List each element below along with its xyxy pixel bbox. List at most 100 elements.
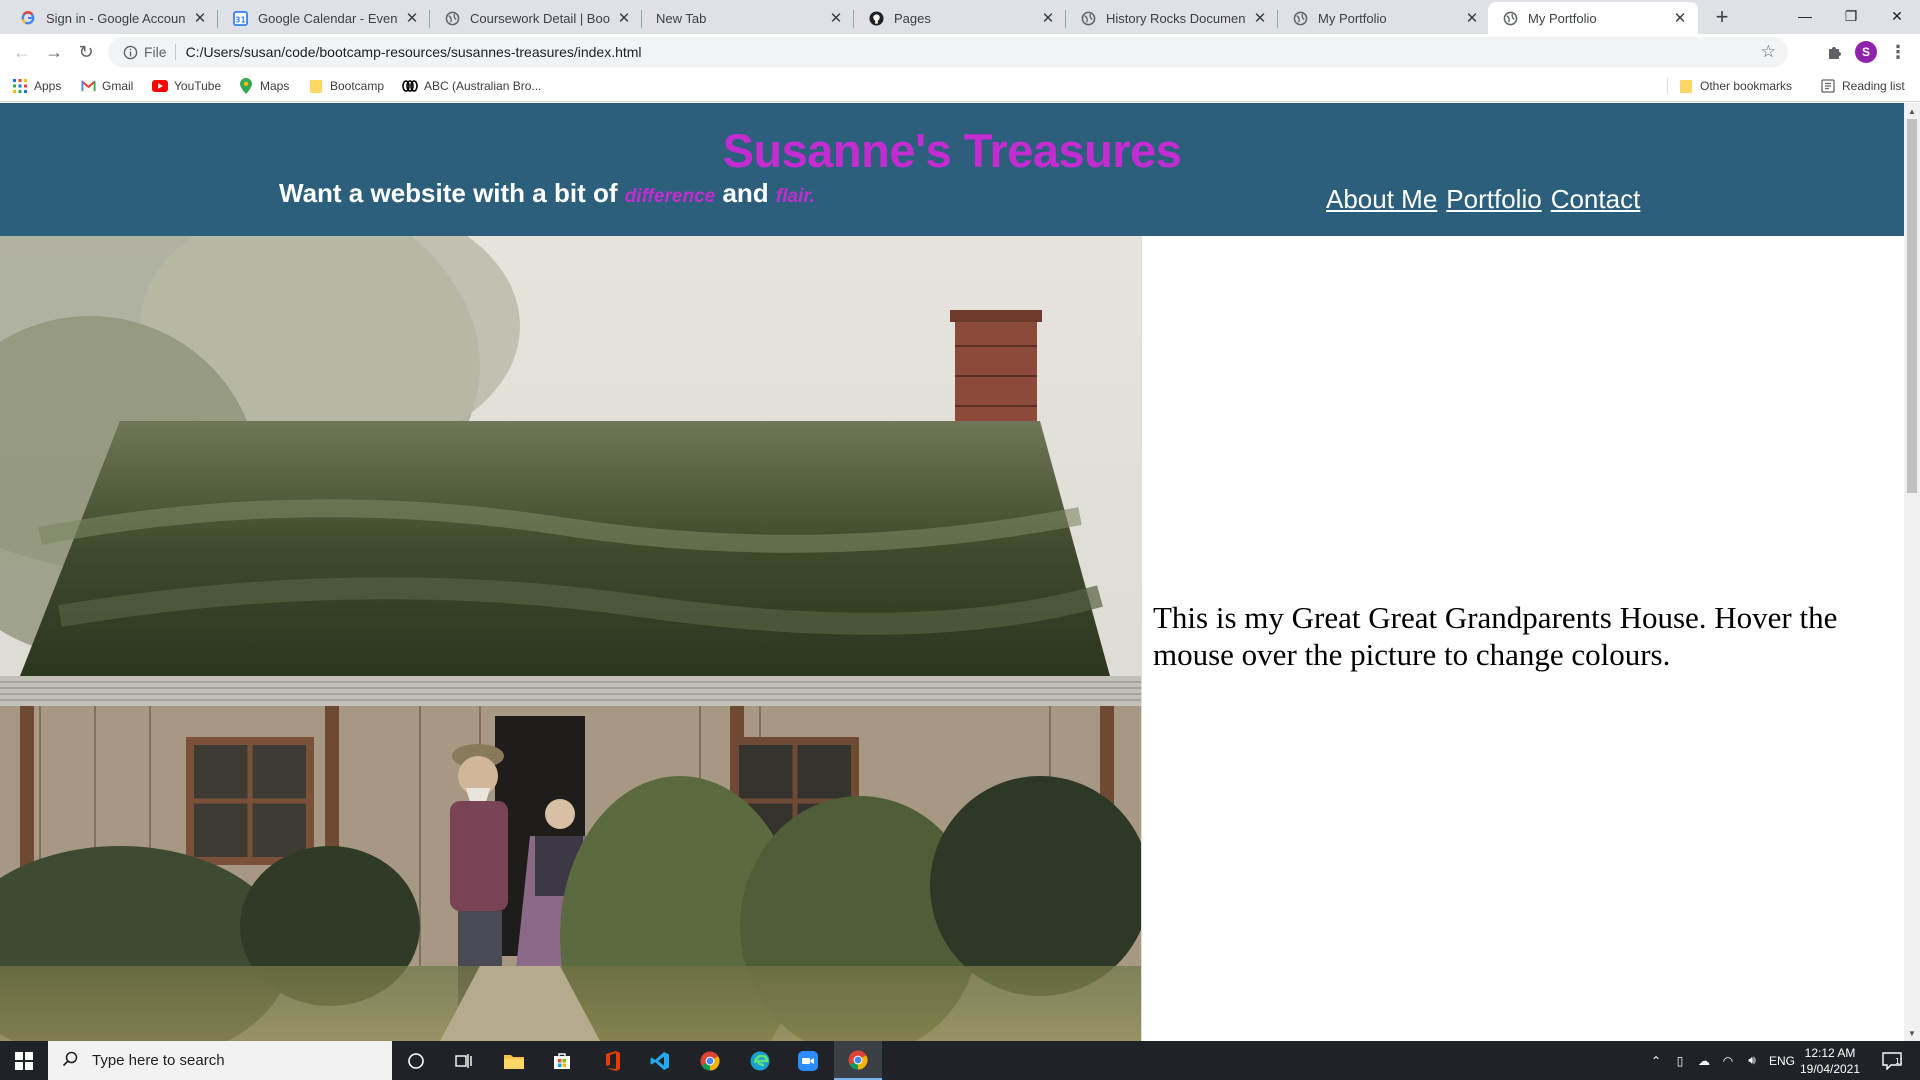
- tab-title: New Tab: [656, 10, 707, 26]
- bookmark-label: Other bookmarks: [1700, 79, 1793, 93]
- tab-my-portfolio-active[interactable]: My Portfolio ✕: [1488, 2, 1698, 34]
- wifi-icon[interactable]: ◠: [1716, 1054, 1740, 1068]
- profile-avatar[interactable]: S: [1855, 41, 1877, 63]
- nav-portfolio[interactable]: Portfolio: [1446, 184, 1541, 215]
- close-icon[interactable]: ✕: [404, 9, 420, 27]
- globe-icon: [1502, 10, 1518, 26]
- notification-center-icon[interactable]: 10: [1872, 1041, 1912, 1080]
- svg-text:31: 31: [235, 15, 245, 24]
- restore-icon[interactable]: ❐: [1828, 0, 1874, 32]
- back-icon[interactable]: ←: [8, 38, 36, 66]
- nav-about-me[interactable]: About Me: [1326, 184, 1437, 215]
- bookmark-star-icon[interactable]: ☆: [1761, 42, 1776, 62]
- store-icon[interactable]: [538, 1041, 586, 1080]
- photo-caption: This is my Great Great Grandparents Hous…: [1153, 600, 1838, 672]
- tab-title: My Portfolio: [1318, 10, 1387, 26]
- tagline: Want a website with a bit of difference …: [279, 178, 815, 209]
- site-header: Susanne's Treasures Want a website with …: [0, 103, 1904, 236]
- extensions-icon[interactable]: [1823, 41, 1845, 63]
- tab-google-accounts[interactable]: Sign in - Google Accounts ✕: [6, 2, 218, 34]
- tab-my-portfolio[interactable]: My Portfolio ✕: [1278, 2, 1490, 34]
- maps-pin-icon: [238, 78, 254, 94]
- bookmark-other[interactable]: Other bookmarks: [1678, 77, 1792, 95]
- bookmark-gmail[interactable]: Gmail: [80, 77, 133, 95]
- windows-taskbar: Type here to search ⌃ ▯ ☁ ◠ 🔊︎ ENG 12:12…: [0, 1041, 1920, 1080]
- bookmark-bootcamp[interactable]: Bootcamp: [308, 77, 384, 95]
- reading-list-button[interactable]: Reading list: [1820, 77, 1905, 95]
- bookmark-label: Gmail: [102, 79, 134, 93]
- site-title: Susanne's Treasures: [722, 124, 1182, 177]
- calendar-icon: 31: [232, 10, 248, 26]
- tagline-text: Want a website with a bit of: [279, 178, 618, 208]
- url-text[interactable]: C:/Users/susan/code/bootcamp-resources/s…: [186, 44, 642, 60]
- page-scrollbar[interactable]: ▲ ▼: [1904, 103, 1920, 1041]
- house-photo[interactable]: [0, 236, 1142, 1041]
- onedrive-cloud-icon[interactable]: ☁: [1692, 1054, 1716, 1068]
- site-nav: About Me Portfolio Contact: [1326, 184, 1640, 215]
- tray-chevron-up-icon[interactable]: ⌃: [1644, 1054, 1668, 1068]
- close-icon[interactable]: ✕: [616, 9, 632, 27]
- volume-icon[interactable]: 🔊︎: [1740, 1053, 1764, 1068]
- reload-icon[interactable]: ↻: [72, 38, 100, 66]
- menu-icon[interactable]: ⋮: [1887, 41, 1909, 63]
- bookmark-label: Reading list: [1842, 79, 1905, 93]
- tab-new-tab[interactable]: New Tab ✕: [642, 2, 854, 34]
- tab-title: Coursework Detail | Bootca: [470, 10, 610, 26]
- clock-date: 19/04/2021: [1799, 1062, 1861, 1076]
- scrollbar-thumb[interactable]: [1907, 119, 1917, 493]
- youtube-icon: [152, 78, 168, 94]
- info-icon[interactable]: [116, 45, 144, 60]
- reading-list-icon: [1820, 78, 1836, 94]
- tab-history-rocks[interactable]: History Rocks Document ✕: [1066, 2, 1278, 34]
- scroll-down-icon[interactable]: ▼: [1904, 1025, 1920, 1041]
- tab-strip: Sign in - Google Accounts ✕ 31 Google Ca…: [0, 0, 1920, 34]
- nav-contact[interactable]: Contact: [1551, 184, 1641, 215]
- cortana-icon[interactable]: [392, 1041, 440, 1080]
- close-icon[interactable]: ✕: [828, 9, 844, 27]
- bookmark-youtube[interactable]: YouTube: [152, 77, 221, 95]
- clock[interactable]: 12:12 AM 19/04/2021: [1795, 1045, 1865, 1077]
- minimize-icon[interactable]: —: [1782, 0, 1828, 32]
- chrome-active-icon[interactable]: [834, 1041, 882, 1080]
- vscode-icon[interactable]: [636, 1041, 684, 1080]
- window-close-icon[interactable]: ✕: [1874, 0, 1920, 32]
- chrome-icon[interactable]: [686, 1041, 734, 1080]
- scroll-up-icon[interactable]: ▲: [1904, 103, 1920, 119]
- globe-icon: [1080, 10, 1096, 26]
- tray-device-icon[interactable]: ▯: [1668, 1054, 1692, 1068]
- close-icon[interactable]: ✕: [192, 9, 208, 27]
- windows-start-icon[interactable]: [0, 1041, 48, 1080]
- close-icon[interactable]: ✕: [1040, 9, 1056, 27]
- tagline-accent-flair: flair.: [775, 186, 815, 207]
- web-page: Susanne's Treasures Want a website with …: [0, 103, 1904, 1041]
- forward-icon[interactable]: →: [40, 38, 68, 66]
- tagline-and: and: [722, 178, 769, 208]
- zoom-icon[interactable]: [784, 1041, 832, 1080]
- edge-icon[interactable]: [736, 1041, 784, 1080]
- abc-logo-icon: [402, 78, 418, 94]
- browser-toolbar: ← → ↻ File C:/Users/susan/code/bootcamp-…: [0, 34, 1920, 70]
- close-icon[interactable]: ✕: [1464, 9, 1480, 27]
- system-tray: ⌃ ▯ ☁ ◠ 🔊︎ ENG: [1644, 1041, 1800, 1080]
- close-icon[interactable]: ✕: [1672, 9, 1688, 27]
- notification-count: 10: [1895, 1057, 1902, 1066]
- address-bar[interactable]: File C:/Users/susan/code/bootcamp-resour…: [108, 37, 1788, 67]
- task-view-icon[interactable]: [440, 1041, 488, 1080]
- taskbar-search-box[interactable]: Type here to search: [48, 1041, 392, 1080]
- tab-google-calendar[interactable]: 31 Google Calendar - Event de ✕: [218, 2, 430, 34]
- github-icon: [868, 10, 884, 26]
- folder-icon: [1678, 78, 1694, 94]
- bookmark-abc[interactable]: ABC (Australian Bro...: [402, 77, 541, 95]
- bookmark-label: ABC (Australian Bro...: [424, 79, 542, 93]
- gmail-icon: [80, 78, 96, 94]
- bookmark-apps[interactable]: Apps: [12, 77, 61, 95]
- office-icon[interactable]: [588, 1041, 636, 1080]
- file-explorer-icon[interactable]: [490, 1041, 538, 1080]
- new-tab-button[interactable]: +: [1708, 3, 1736, 31]
- close-icon[interactable]: ✕: [1252, 9, 1268, 27]
- clock-time: 12:12 AM: [1804, 1046, 1856, 1060]
- tab-pages[interactable]: Pages ✕: [854, 2, 1066, 34]
- tab-title: History Rocks Document: [1106, 10, 1246, 26]
- tab-coursework[interactable]: Coursework Detail | Bootca ✕: [430, 2, 642, 34]
- bookmark-maps[interactable]: Maps: [238, 77, 289, 95]
